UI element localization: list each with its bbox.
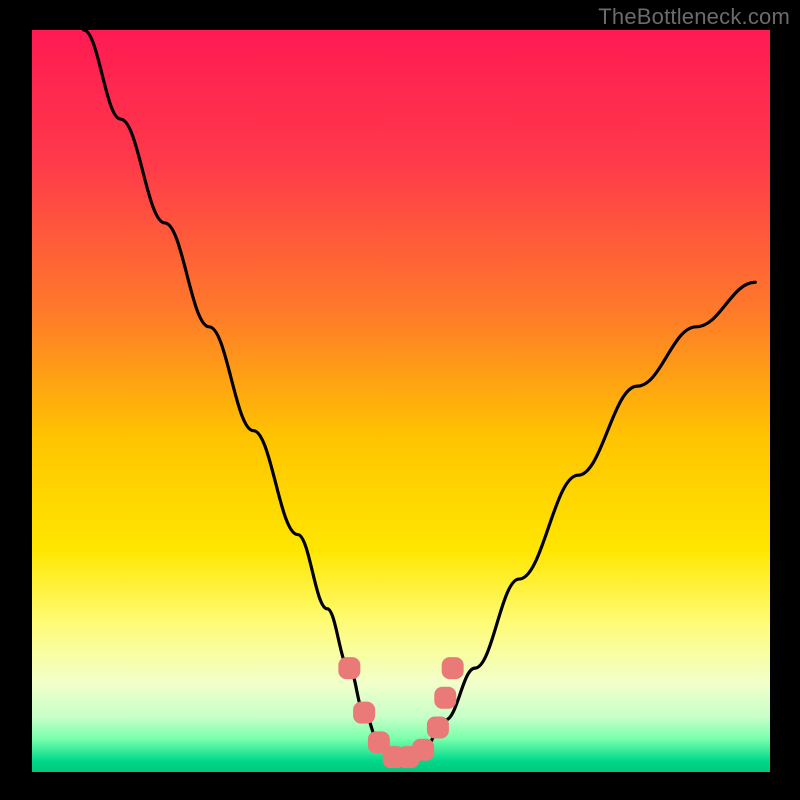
marker-dot: [434, 687, 456, 709]
marker-dot: [353, 702, 375, 724]
chart-frame: TheBottleneck.com: [0, 0, 800, 800]
marker-dot: [427, 716, 449, 738]
bottleneck-chart: [0, 0, 800, 800]
marker-dot: [338, 657, 360, 679]
marker-dot: [442, 657, 464, 679]
watermark-text: TheBottleneck.com: [598, 4, 790, 30]
marker-dot: [412, 739, 434, 761]
plot-background: [32, 30, 770, 772]
